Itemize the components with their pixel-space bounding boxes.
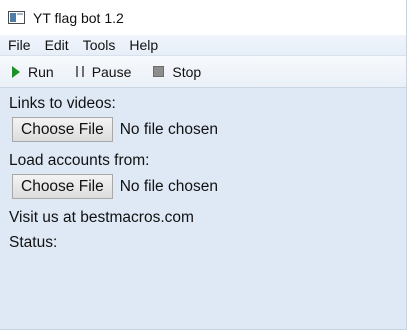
visit-text: Visit us at bestmacros.com [9, 209, 194, 226]
links-label: Links to videos: [9, 95, 116, 112]
stop-icon [153, 66, 165, 77]
title-bar: YT flag bot 1.2 [0, 0, 406, 35]
stop-label: Stop [172, 63, 202, 80]
menu-file[interactable]: File [8, 37, 31, 53]
run-button[interactable]: Run [12, 64, 54, 80]
toolbar: Run Pause Stop [0, 56, 406, 88]
run-label: Run [28, 63, 54, 80]
stop-button[interactable]: Stop [153, 64, 201, 80]
menu-edit[interactable]: Edit [45, 37, 69, 53]
menu-tools[interactable]: Tools [83, 37, 116, 53]
links-file-picker: Choose File No file chosen [9, 117, 397, 142]
accounts-label: Load accounts from: [9, 152, 150, 169]
links-choose-file-button[interactable]: Choose File [12, 117, 113, 142]
menu-bar: File Edit Tools Help [0, 35, 406, 56]
accounts-file-status: No file chosen [119, 177, 218, 195]
pause-button[interactable]: Pause [75, 63, 132, 80]
app-window: YT flag bot 1.2 File Edit Tools Help Run… [0, 0, 407, 330]
app-window-icon [8, 11, 25, 24]
accounts-file-picker: Choose File No file chosen [9, 174, 397, 199]
pause-label: Pause [91, 63, 132, 80]
play-icon [12, 65, 20, 78]
menu-help[interactable]: Help [129, 37, 158, 53]
accounts-choose-file-button[interactable]: Choose File [12, 174, 113, 199]
main-content: Links to videos: Choose File No file cho… [0, 88, 406, 252]
window-title: YT flag bot 1.2 [33, 9, 124, 26]
status-label: Status: [9, 234, 58, 251]
pause-icon [75, 66, 84, 77]
links-file-status: No file chosen [119, 120, 218, 138]
